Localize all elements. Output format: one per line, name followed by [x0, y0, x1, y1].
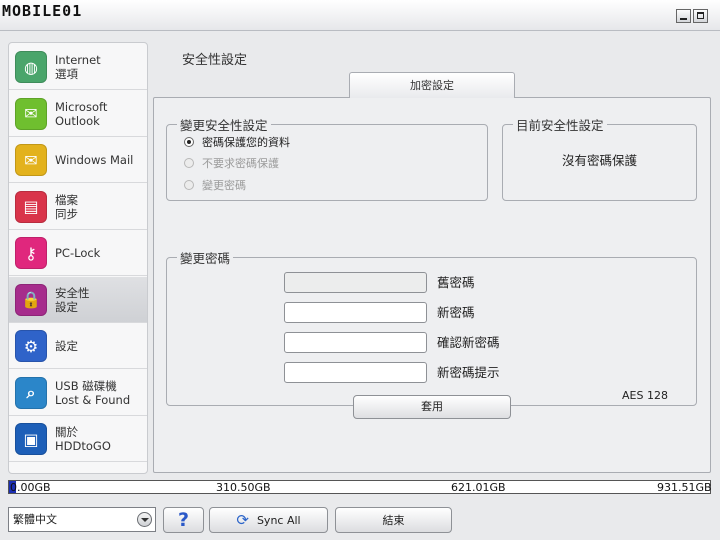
sync-all-label: Sync All [256, 513, 301, 527]
maximize-button[interactable] [693, 9, 708, 23]
gear-icon: ⚙ [15, 330, 47, 362]
new-password-input[interactable] [284, 302, 427, 323]
sidebar-item-0[interactable]: ◍ Internet 選項 [9, 44, 147, 90]
new-password-label: 新密碼 [437, 305, 475, 320]
question-icon: ? [177, 509, 190, 531]
radio-icon [184, 158, 194, 168]
confirm-password-label: 確認新密碼 [437, 335, 500, 350]
sidebar-item-label: 設定 [55, 339, 78, 353]
sidebar-item-label: PC-Lock [55, 246, 101, 260]
chevron-down-icon[interactable] [137, 512, 152, 527]
capacity-label-third: 310.50GB [216, 481, 271, 494]
capacity-bar [8, 480, 711, 494]
key-icon: ⚷ [15, 237, 47, 269]
old-password-input[interactable] [284, 272, 427, 293]
section-title: 安全性設定 [182, 53, 248, 68]
sidebar-item-label: 安全性 設定 [55, 285, 90, 314]
minimize-button[interactable] [676, 9, 691, 23]
capacity-label-max: 931.51GB [657, 481, 712, 494]
change-password-group: 變更密碼 [166, 248, 697, 406]
app-logo: MOBILE01 [2, 2, 83, 20]
old-password-label: 舊密碼 [437, 275, 475, 290]
sync-all-button[interactable]: ⟳ Sync All [209, 507, 328, 533]
file-sync-icon: ▤ [15, 190, 47, 223]
encryption-type: AES 128 [622, 389, 668, 402]
sidebar-item-label: Microsoft Outlook [55, 99, 108, 128]
radio-label: 密碼保護您的資料 [202, 136, 290, 149]
radio-icon [184, 180, 194, 190]
radio-label: 變更密碼 [202, 179, 246, 192]
radio-label: 不要求密碼保護 [202, 157, 279, 170]
radio-change-password[interactable]: 變更密碼 [184, 176, 246, 194]
exit-button[interactable]: 結束 [335, 507, 452, 533]
radio-no-password[interactable]: 不要求密碼保護 [184, 154, 279, 172]
sidebar-item-label: 關於 HDDtoGO [55, 425, 111, 453]
sidebar-item-3[interactable]: ▤ 檔案 同步 [9, 184, 147, 230]
sidebar-item-label: USB 磁碟機 Lost & Found [55, 378, 131, 407]
magnifier-icon: ⌕ [15, 376, 47, 409]
lock-icon: 🔒 [15, 283, 47, 316]
sidebar-item-4[interactable]: ⚷ PC-Lock [9, 230, 147, 276]
sidebar-item-label: Internet 選項 [55, 53, 101, 81]
tab-encryption-settings[interactable]: 加密設定 [349, 72, 515, 98]
change-password-legend: 變更密碼 [180, 251, 231, 266]
mail-icon: ✉ [15, 144, 47, 176]
current-security-legend: 目前安全性設定 [516, 118, 604, 133]
sidebar-item-2[interactable]: ✉ Windows Mail [9, 137, 147, 183]
sidebar-item-label: 檔案 同步 [55, 192, 78, 221]
outlook-icon: ✉ [15, 97, 47, 130]
sidebar: ◍ Internet 選項 ✉ Microsoft Outlook ✉ Windows Mai… [8, 42, 148, 474]
capacity-label-two-thirds: 621.01GB [451, 481, 506, 494]
change-security-legend: 變更安全性設定 [180, 118, 268, 133]
title-bar: MOBILE01 [0, 0, 720, 31]
sidebar-item-5[interactable]: 🔒 安全性 設定 [9, 276, 147, 323]
security-status: 沒有密碼保護 [561, 153, 637, 168]
radio-icon [184, 137, 194, 147]
language-select[interactable]: 繁體中文 [8, 507, 156, 532]
password-hint-input[interactable] [284, 362, 427, 383]
radio-password-protect[interactable]: 密碼保護您的資料 [184, 133, 290, 151]
capacity-label-min: 0.00GB [10, 481, 51, 494]
sidebar-item-8[interactable]: ▣ 關於 HDDtoGO [9, 416, 147, 462]
confirm-password-input[interactable] [284, 332, 427, 353]
sync-icon: ⟳ [236, 511, 249, 529]
briefcase-icon: ▣ [15, 423, 47, 455]
apply-button[interactable]: 套用 [353, 395, 511, 419]
password-hint-label: 新密碼提示 [437, 365, 500, 380]
help-button[interactable]: ? [163, 507, 204, 533]
sidebar-item-6[interactable]: ⚙ 設定 [9, 323, 147, 369]
globe-icon: ◍ [15, 51, 47, 83]
sidebar-item-1[interactable]: ✉ Microsoft Outlook [9, 91, 147, 137]
sidebar-item-7[interactable]: ⌕ USB 磁碟機 Lost & Found [9, 370, 147, 416]
sidebar-item-label: Windows Mail [55, 153, 134, 167]
language-value: 繁體中文 [13, 513, 57, 526]
